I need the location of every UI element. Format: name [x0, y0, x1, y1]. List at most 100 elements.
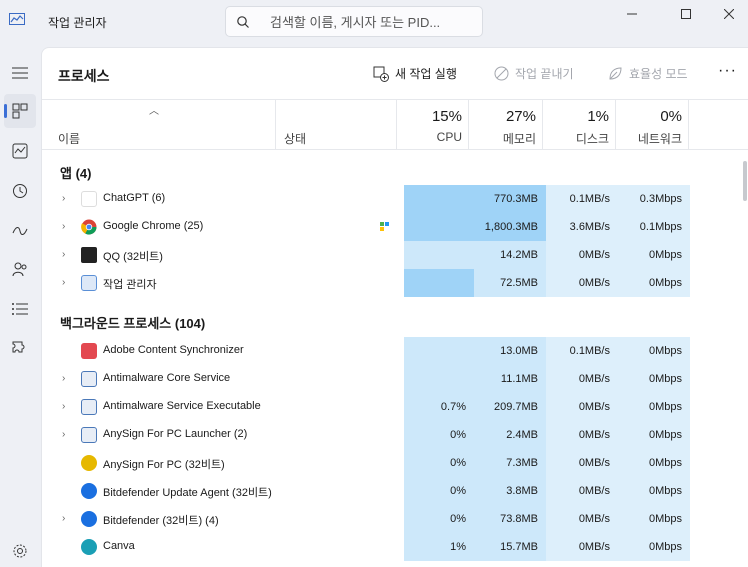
- memory-cell: 14.2MB: [474, 241, 546, 269]
- new-task-icon: [373, 66, 389, 82]
- table-row[interactable]: Bitdefender Update Agent (32비트) 0% 3.8MB…: [42, 477, 742, 505]
- cpu-cell: 0%: [404, 505, 474, 533]
- search-icon: [237, 16, 249, 28]
- table-row[interactable]: › QQ (32비트) 14.2MB 0MB/s 0Mbps: [42, 241, 742, 269]
- column-memory-label: 메모리: [502, 132, 536, 146]
- disk-cell: 0MB/s: [546, 477, 618, 505]
- rail-startup-apps[interactable]: [4, 214, 36, 248]
- process-name: ChatGPT (6): [103, 192, 166, 204]
- expand-chevron-icon[interactable]: ›: [62, 429, 65, 440]
- startup-apps-icon: [12, 227, 28, 235]
- network-cell: 0Mbps: [618, 505, 690, 533]
- column-status[interactable]: 상태: [276, 100, 397, 150]
- efficiency-mode-label: 효율성 모드: [629, 67, 688, 81]
- rail-menu-button[interactable]: [4, 56, 36, 90]
- scrollbar-thumb[interactable]: [743, 161, 747, 201]
- search-input[interactable]: [270, 13, 475, 31]
- shield-icon: [81, 399, 97, 415]
- cpu-total: 15%: [431, 108, 462, 125]
- memory-cell: 73.8MB: [474, 505, 546, 533]
- search-box[interactable]: [225, 6, 483, 37]
- taskmgr-icon: [81, 275, 97, 291]
- leaf-icon: [609, 67, 622, 80]
- process-name: Canva: [103, 540, 135, 552]
- expand-chevron-icon[interactable]: ›: [62, 513, 65, 524]
- column-cpu[interactable]: 15% CPU: [397, 100, 469, 150]
- memory-cell: 1,800.3MB: [474, 213, 546, 241]
- network-cell: 0Mbps: [618, 365, 690, 393]
- maximize-icon: [681, 9, 691, 19]
- table-row[interactable]: AnySign For PC (32비트) 0% 7.3MB 0MB/s 0Mb…: [42, 449, 742, 477]
- memory-cell: 15.7MB: [474, 533, 546, 561]
- expand-chevron-icon[interactable]: ›: [62, 249, 65, 260]
- new-task-label: 새 작업 실행: [395, 67, 457, 81]
- table-row[interactable]: › Bitdefender (32비트) (4) 0% 73.8MB 0MB/s…: [42, 505, 742, 533]
- table-row[interactable]: › 작업 관리자 72.5MB 0MB/s 0Mbps: [42, 269, 742, 297]
- process-name: AnySign For PC Launcher (2): [103, 428, 248, 440]
- expand-chevron-icon[interactable]: ›: [62, 277, 65, 288]
- canva-icon: [81, 539, 97, 555]
- network-cell: 0Mbps: [618, 337, 690, 365]
- memory-cell: 11.1MB: [474, 365, 546, 393]
- expand-chevron-icon[interactable]: ›: [62, 193, 65, 204]
- rail-app-history[interactable]: [4, 174, 36, 208]
- memory-cell: 13.0MB: [474, 337, 546, 365]
- table-row[interactable]: › Antimalware Core Service 11.1MB 0MB/s …: [42, 365, 742, 393]
- app-history-icon: [13, 184, 27, 198]
- column-memory[interactable]: 27% 메모리: [469, 100, 543, 150]
- disk-cell: 0MB/s: [546, 533, 618, 561]
- rail-settings[interactable]: [4, 534, 36, 567]
- disk-cell: 0MB/s: [546, 393, 618, 421]
- performance-icon: [12, 143, 28, 159]
- vertical-scrollbar[interactable]: [742, 151, 748, 567]
- table-row[interactable]: › Antimalware Service Executable 0.7% 20…: [42, 393, 742, 421]
- end-task-button[interactable]: 작업 끝내기: [494, 65, 574, 82]
- expand-chevron-icon[interactable]: ›: [62, 221, 65, 232]
- table-row[interactable]: › ChatGPT (6) 770.3MB 0.1MB/s 0.3Mbps: [42, 185, 742, 213]
- rail-performance[interactable]: [4, 134, 36, 168]
- cpu-cell: [404, 213, 474, 241]
- expand-chevron-icon[interactable]: ›: [62, 401, 65, 412]
- new-task-button[interactable]: 새 작업 실행: [373, 65, 457, 82]
- network-total: 0%: [660, 108, 682, 125]
- efficiency-mode-button[interactable]: 효율성 모드: [608, 65, 688, 82]
- rail-users[interactable]: [4, 252, 36, 286]
- cpu-cell: [404, 337, 474, 365]
- column-disk[interactable]: 1% 디스크: [543, 100, 616, 150]
- users-icon: [12, 262, 27, 277]
- chatgpt-icon: [81, 191, 97, 207]
- table-row[interactable]: Canva 1% 15.7MB 0MB/s 0Mbps: [42, 533, 742, 561]
- close-button[interactable]: [710, 0, 748, 28]
- rail-details[interactable]: [4, 292, 36, 326]
- cpu-cell: [404, 365, 474, 393]
- disk-cell: 0.1MB/s: [546, 337, 618, 365]
- process-name: Antimalware Service Executable: [103, 400, 261, 412]
- cpu-cell: 1%: [404, 533, 474, 561]
- group-background-label: 백그라운드 프로세스 (104): [60, 316, 206, 331]
- disk-cell: 3.6MB/s: [546, 213, 618, 241]
- disk-cell: 0MB/s: [546, 365, 618, 393]
- rail-processes[interactable]: [4, 94, 36, 128]
- minimize-button[interactable]: [609, 0, 655, 28]
- column-name[interactable]: ︿ 이름: [42, 100, 276, 150]
- maximize-button[interactable]: [663, 0, 709, 28]
- menu-icon: [12, 67, 28, 79]
- column-network[interactable]: 0% 네트워크: [616, 100, 689, 150]
- disk-total: 1%: [587, 108, 609, 125]
- more-options-button[interactable]: ···: [718, 62, 737, 80]
- task-manager-app-icon: [9, 13, 25, 25]
- disk-cell: 0.1MB/s: [546, 185, 618, 213]
- memory-cell: 7.3MB: [474, 449, 546, 477]
- memory-cell: 3.8MB: [474, 477, 546, 505]
- expand-chevron-icon[interactable]: ›: [62, 373, 65, 384]
- table-row[interactable]: › Google Chrome (25) 1,800.3MB 3.6MB/s 0…: [42, 213, 742, 241]
- table-row[interactable]: › AnySign For PC Launcher (2) 0% 2.4MB 0…: [42, 421, 742, 449]
- qq-icon: [81, 247, 97, 263]
- bitdefender-icon: [81, 483, 97, 499]
- rail-services[interactable]: [4, 332, 36, 366]
- table-row[interactable]: Adobe Content Synchronizer 13.0MB 0.1MB/…: [42, 337, 742, 365]
- page-title: 프로세스: [58, 68, 110, 84]
- process-name: Google Chrome (25): [103, 220, 204, 232]
- details-icon: [12, 303, 28, 315]
- process-name: 작업 관리자: [103, 279, 157, 291]
